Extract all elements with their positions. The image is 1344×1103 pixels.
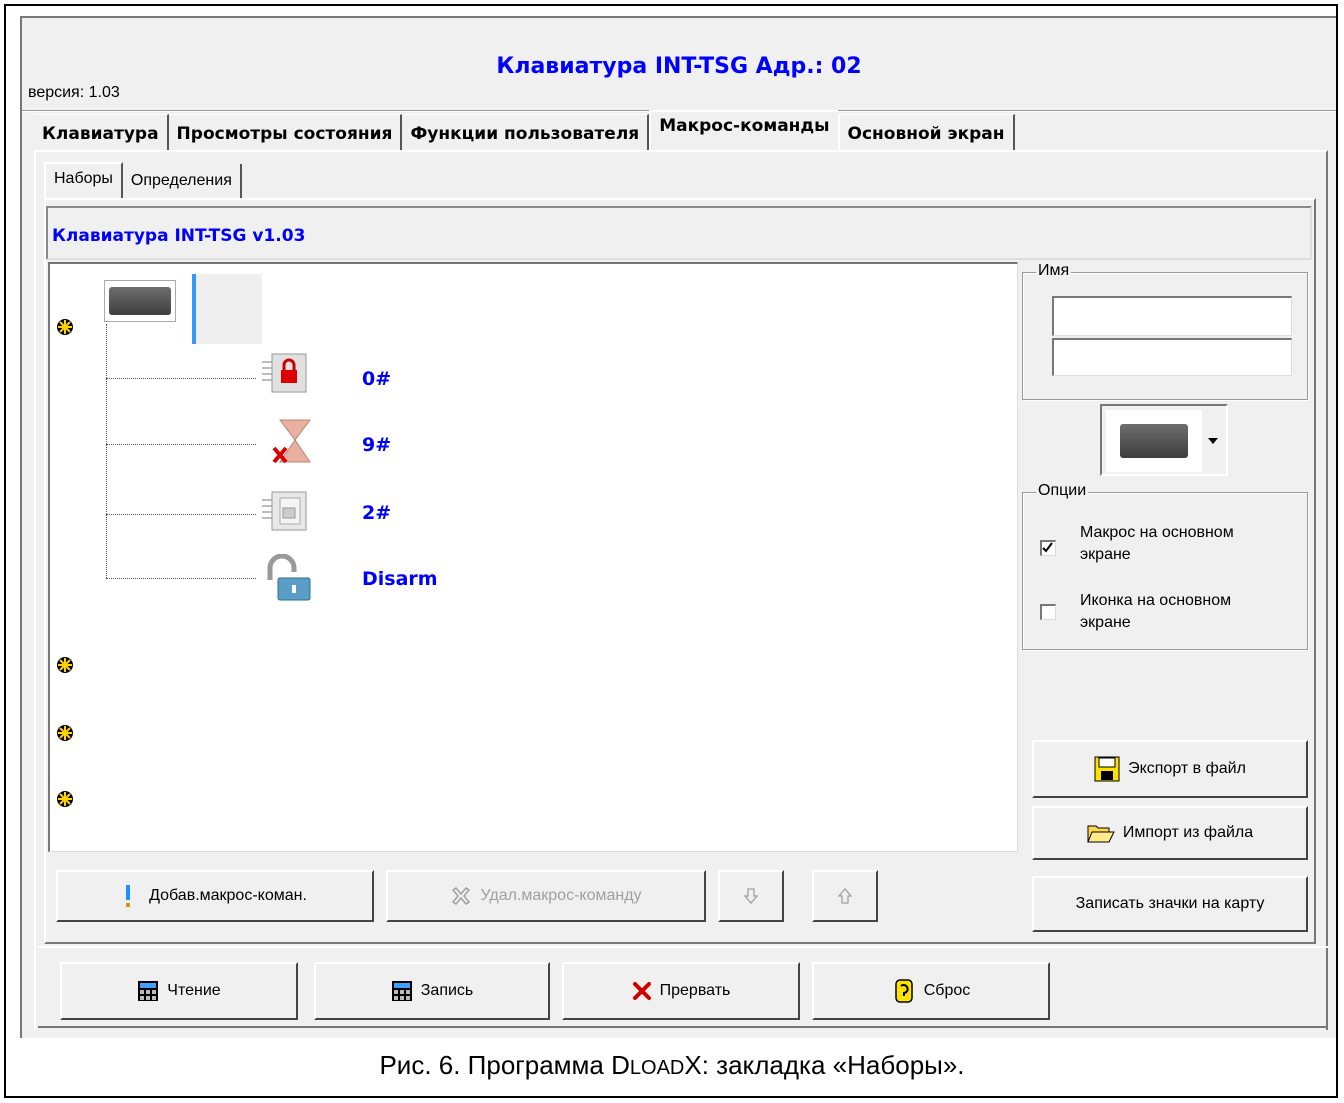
macro-label[interactable]: Disarm <box>362 568 438 590</box>
macro-label[interactable]: 2# <box>362 502 391 524</box>
folder-open-icon <box>1087 825 1115 843</box>
write-device-icon <box>391 981 412 1001</box>
tree-line <box>106 514 256 515</box>
move-down-button[interactable] <box>718 870 784 922</box>
caption-suffix: : закладка «Наборы». <box>701 1050 965 1080</box>
sub-tab-bar: Наборы Определения <box>44 162 242 198</box>
options-group-label: Опции <box>1036 482 1089 500</box>
read-button[interactable]: Чтение <box>60 962 298 1020</box>
keypad-icon <box>1120 424 1188 458</box>
delete-x-icon <box>452 887 471 905</box>
floppy-icon <box>1094 756 1120 782</box>
tab-user-functions[interactable]: Функции пользователя <box>402 114 650 150</box>
tree-line <box>106 378 256 379</box>
keypad-group-icon[interactable] <box>104 280 176 322</box>
reset-button[interactable]: Сброс <box>812 962 1050 1020</box>
name-group <box>1022 272 1308 400</box>
caption-prefix: Рис. 6. Программа <box>379 1050 612 1080</box>
group-2-icon[interactable] <box>56 656 74 674</box>
add-macro-label: Добав.макрос-коман. <box>149 887 307 904</box>
tab-macro-commands[interactable]: Макрос-команды <box>649 110 838 150</box>
icon-on-main-line1: Иконка на основном <box>1080 592 1232 609</box>
exclamation-icon <box>126 885 131 907</box>
tab-status-views[interactable]: Просмотры состояния <box>168 114 403 150</box>
hourglass-cancel-icon <box>272 419 311 464</box>
icon-select[interactable] <box>1100 404 1228 476</box>
window-title: Клавиатура INT-TSG Адр.: 02 <box>496 54 862 79</box>
unlock-icon <box>262 491 307 531</box>
caption-app-load: LOAD <box>629 1057 685 1079</box>
icon-on-main-checkbox[interactable] <box>1040 604 1056 620</box>
name-field-line2[interactable] <box>1052 338 1292 376</box>
chevron-down-icon[interactable] <box>1200 410 1224 472</box>
figure-caption: Рис. 6. Программа DLOADX: закладка «Набо… <box>0 1050 1344 1081</box>
read-device-icon <box>138 981 159 1001</box>
name-group-label: Имя <box>1036 262 1072 280</box>
move-up-button[interactable] <box>812 870 878 922</box>
reset-label: Сброс <box>923 982 971 999</box>
group-name-selected[interactable] <box>192 274 262 344</box>
main-tab-bar: Клавиатура Просмотры состояния Функции п… <box>34 110 1015 150</box>
macro-on-main-label[interactable]: Макрос на основном экране <box>1080 522 1234 566</box>
write-button[interactable]: Запись <box>314 962 550 1020</box>
abort-label: Прервать <box>659 982 731 999</box>
macro-tree[interactable]: 0# 9# 2# Disarm <box>48 262 1018 852</box>
tab-sets[interactable]: Наборы <box>44 162 123 198</box>
tab-keypad[interactable]: Клавиатура <box>34 114 169 150</box>
macro-label[interactable]: 9# <box>362 434 391 456</box>
icon-on-main-label[interactable]: Иконка на основном экране <box>1080 590 1231 634</box>
export-label: Экспорт в файл <box>1128 760 1246 777</box>
tree-line <box>106 444 256 445</box>
macro-on-main-line2: экране <box>1080 546 1131 563</box>
group-4-icon[interactable] <box>56 790 74 808</box>
write-label: Запись <box>420 982 474 999</box>
reset-icon <box>894 979 913 1003</box>
padlock-open-icon <box>267 554 311 601</box>
macro-on-main-checkbox[interactable] <box>1040 540 1056 556</box>
tab-main-screen[interactable]: Основной экран <box>837 114 1015 150</box>
tree-line <box>106 578 256 579</box>
abort-button[interactable]: Прервать <box>562 962 800 1020</box>
delete-macro-label: Удал.макрос-команду <box>480 887 642 904</box>
macro-on-main-line1: Макрос на основном <box>1080 524 1234 541</box>
write-icons-label: Записать значки на карту <box>1075 895 1265 912</box>
read-label: Чтение <box>167 982 221 999</box>
import-label: Импорт из файла <box>1122 824 1254 841</box>
icon-on-main-line2: экране <box>1080 614 1131 631</box>
arrow-up-icon <box>838 888 852 904</box>
abort-x-icon <box>632 982 651 1000</box>
arrow-down-icon <box>744 888 758 904</box>
write-icons-to-card-button[interactable]: Записать значки на карту <box>1032 876 1308 932</box>
version-label: версия: 1.03 <box>28 84 120 101</box>
group-1-icon[interactable] <box>56 318 74 336</box>
import-button[interactable]: Импорт из файла <box>1032 806 1308 860</box>
macro-label[interactable]: 0# <box>362 368 391 390</box>
arm-lock-icon <box>262 353 307 393</box>
keypad-header: Клавиатура INT-TSG v1.03 <box>52 226 306 246</box>
name-field-line1[interactable] <box>1052 296 1292 336</box>
tab-definitions[interactable]: Определения <box>123 164 242 198</box>
export-button[interactable]: Экспорт в файл <box>1032 740 1308 798</box>
delete-macro-button[interactable]: Удал.макрос-команду <box>386 870 706 922</box>
tree-line <box>106 324 107 578</box>
caption-app-x: X <box>684 1050 702 1080</box>
caption-app-d: D <box>611 1050 630 1080</box>
group-3-icon[interactable] <box>56 724 74 742</box>
add-macro-button[interactable]: Добав.макрос-коман. <box>56 870 374 922</box>
